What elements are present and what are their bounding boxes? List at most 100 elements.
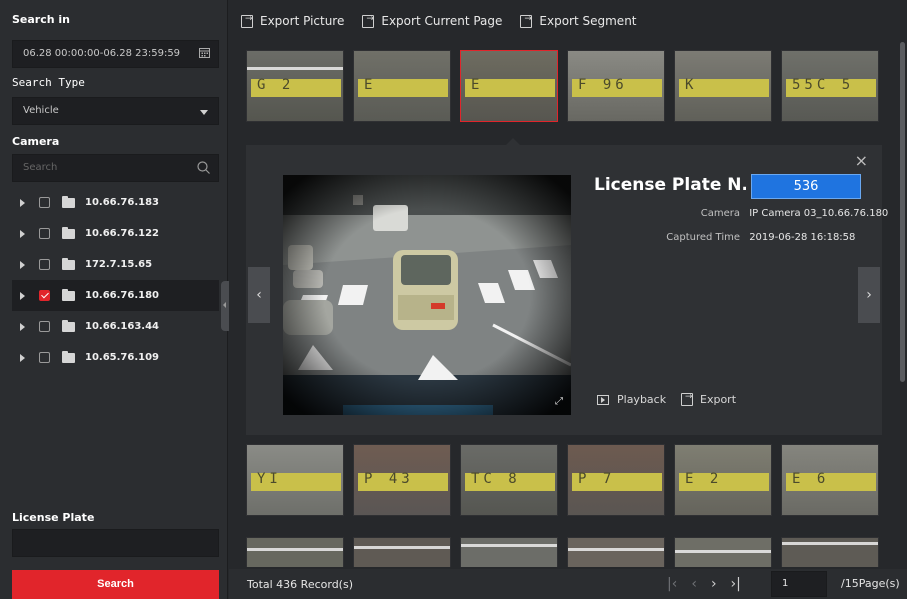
next-capture-button[interactable]: ›	[858, 267, 880, 323]
app-window: Search in 06.28 00:00:00-06.28 23:59:59 …	[0, 0, 907, 599]
folder-icon	[62, 319, 75, 332]
captured-time-row: Captured Time 2019-06-28 16:18:58	[594, 232, 855, 243]
folder-icon	[62, 350, 75, 363]
thumbnail-row-bottom: YI P 43 TC 8 P 7 E 2 E 6	[246, 444, 879, 516]
expand-arrow-icon[interactable]	[20, 322, 25, 331]
camera-tree: 10.66.76.183 10.66.76.122 172.7.15.65 10…	[12, 187, 219, 373]
export-icon	[241, 14, 253, 28]
camera-tree-item[interactable]: 10.65.76.109	[12, 342, 219, 373]
capture-thumbnail-selected[interactable]: E	[460, 50, 558, 122]
search-icon[interactable]	[197, 155, 210, 183]
camera-label-text: 10.66.76.183	[85, 197, 160, 208]
camera-checkbox[interactable]	[39, 321, 50, 332]
camera-tree-item[interactable]: 172.7.15.65	[12, 249, 219, 280]
calendar-icon[interactable]	[199, 41, 210, 67]
capture-thumbnail[interactable]	[353, 537, 451, 567]
camera-info-row: Camera IP Camera 03_10.66.76.180	[594, 208, 889, 219]
thumbnail-plate-text: E 6	[792, 471, 830, 487]
playback-button[interactable]: Playback	[597, 393, 666, 406]
thumbnail-plate-text: F 96	[578, 77, 628, 93]
camera-label: Camera	[12, 135, 60, 148]
export-picture-button[interactable]: Export Picture	[241, 14, 344, 28]
camera-search-placeholder: Search	[23, 162, 58, 173]
capture-thumbnail[interactable]: TC 8	[460, 444, 558, 516]
thumbnail-plate-text: E 2	[685, 471, 723, 487]
first-page-icon[interactable]: |‹	[667, 576, 677, 592]
camera-label-text: 10.66.76.180	[85, 290, 160, 301]
camera-checkbox[interactable]	[39, 228, 50, 239]
capture-thumbnail[interactable]: F 96	[567, 50, 665, 122]
time-range-field[interactable]: 06.28 00:00:00-06.28 23:59:59	[12, 40, 219, 68]
camera-value: IP Camera 03_10.66.76.180	[749, 208, 889, 219]
pagination-controls: |‹ ‹ › ›|	[667, 576, 741, 592]
license-plate-title: License Plate N...	[594, 175, 746, 195]
license-plate-label: License Plate	[12, 511, 95, 524]
export-current-page-button[interactable]: Export Current Page	[362, 14, 502, 28]
capture-thumbnail[interactable]	[460, 537, 558, 567]
camera-key: Camera	[700, 208, 740, 219]
thumbnail-plate-text: TC 8	[471, 471, 521, 487]
page-number-input[interactable]: 1	[771, 571, 827, 597]
capture-thumbnail[interactable]: 55C 5	[781, 50, 879, 122]
playback-icon	[597, 394, 609, 405]
capture-thumbnail[interactable]: G 2	[246, 50, 344, 122]
camera-checkbox[interactable]	[39, 259, 50, 270]
capture-thumbnail[interactable]: K	[674, 50, 772, 122]
capture-thumbnail[interactable]: E 2	[674, 444, 772, 516]
playback-label: Playback	[617, 393, 667, 406]
search-button[interactable]: Search	[12, 570, 219, 599]
captured-time-value: 2019-06-28 16:18:58	[749, 232, 856, 243]
search-type-select[interactable]: Vehicle	[12, 97, 219, 125]
chevron-down-icon	[200, 110, 208, 115]
expand-arrow-icon[interactable]	[20, 198, 25, 207]
camera-search-input[interactable]: Search	[12, 154, 219, 182]
results-scrollbar[interactable]	[900, 42, 905, 382]
license-plate-number: 536	[751, 174, 861, 199]
camera-checkbox[interactable]	[39, 352, 50, 363]
close-icon[interactable]: ×	[855, 151, 868, 170]
capture-thumbnail[interactable]: YI	[246, 444, 344, 516]
capture-thumbnail[interactable]: E 6	[781, 444, 879, 516]
capture-thumbnail[interactable]	[246, 537, 344, 567]
thumbnail-plate-text: P 43	[364, 471, 414, 487]
prev-page-icon[interactable]: ‹	[691, 576, 697, 592]
capture-thumbnail[interactable]: P 7	[567, 444, 665, 516]
capture-thumbnail[interactable]: E	[353, 50, 451, 122]
capture-thumbnail[interactable]	[674, 537, 772, 567]
expand-arrow-icon[interactable]	[20, 260, 25, 269]
expand-arrow-icon[interactable]	[20, 229, 25, 238]
capture-scene-image[interactable]: ⤢	[283, 175, 571, 415]
fullscreen-icon[interactable]: ⤢	[555, 396, 563, 407]
search-type-label: Search Type	[12, 76, 85, 89]
camera-tree-item-selected[interactable]: 10.66.76.180	[12, 280, 219, 311]
camera-checkbox-checked[interactable]	[39, 290, 50, 301]
thumbnail-row-partial	[246, 537, 879, 567]
camera-checkbox[interactable]	[39, 197, 50, 208]
camera-label-text: 10.66.163.44	[85, 321, 160, 332]
camera-label-text: 10.66.76.122	[85, 228, 160, 239]
capture-thumbnail[interactable]	[781, 537, 879, 567]
export-icon	[520, 14, 533, 28]
expand-arrow-icon[interactable]	[20, 291, 25, 300]
sidebar-collapse-handle[interactable]	[221, 281, 229, 331]
expand-arrow-icon[interactable]	[20, 353, 25, 362]
folder-icon	[62, 288, 75, 301]
export-button[interactable]: Export	[681, 392, 736, 406]
thumbnail-plate-text: K	[685, 77, 698, 93]
camera-tree-item[interactable]: 10.66.76.122	[12, 218, 219, 249]
thumbnail-plate-text: G 2	[257, 77, 295, 93]
capture-thumbnail[interactable]: P 43	[353, 444, 451, 516]
next-page-icon[interactable]: ›	[711, 576, 717, 592]
export-segment-button[interactable]: Export Segment	[520, 14, 637, 28]
license-plate-input[interactable]	[12, 529, 219, 557]
camera-label-text: 172.7.15.65	[85, 259, 153, 270]
capture-thumbnail[interactable]	[567, 537, 665, 567]
camera-tree-item[interactable]: 10.66.76.183	[12, 187, 219, 218]
last-page-icon[interactable]: ›|	[731, 576, 741, 592]
camera-tree-item[interactable]: 10.66.163.44	[12, 311, 219, 342]
search-in-label: Search in	[12, 13, 71, 26]
thumbnail-plate-text: P 7	[578, 471, 616, 487]
previous-capture-button[interactable]: ‹	[248, 267, 270, 323]
thumbnail-row-top: G 2 E E F 96 K 55C 5	[246, 50, 879, 122]
road-scene-graphic	[283, 175, 571, 415]
